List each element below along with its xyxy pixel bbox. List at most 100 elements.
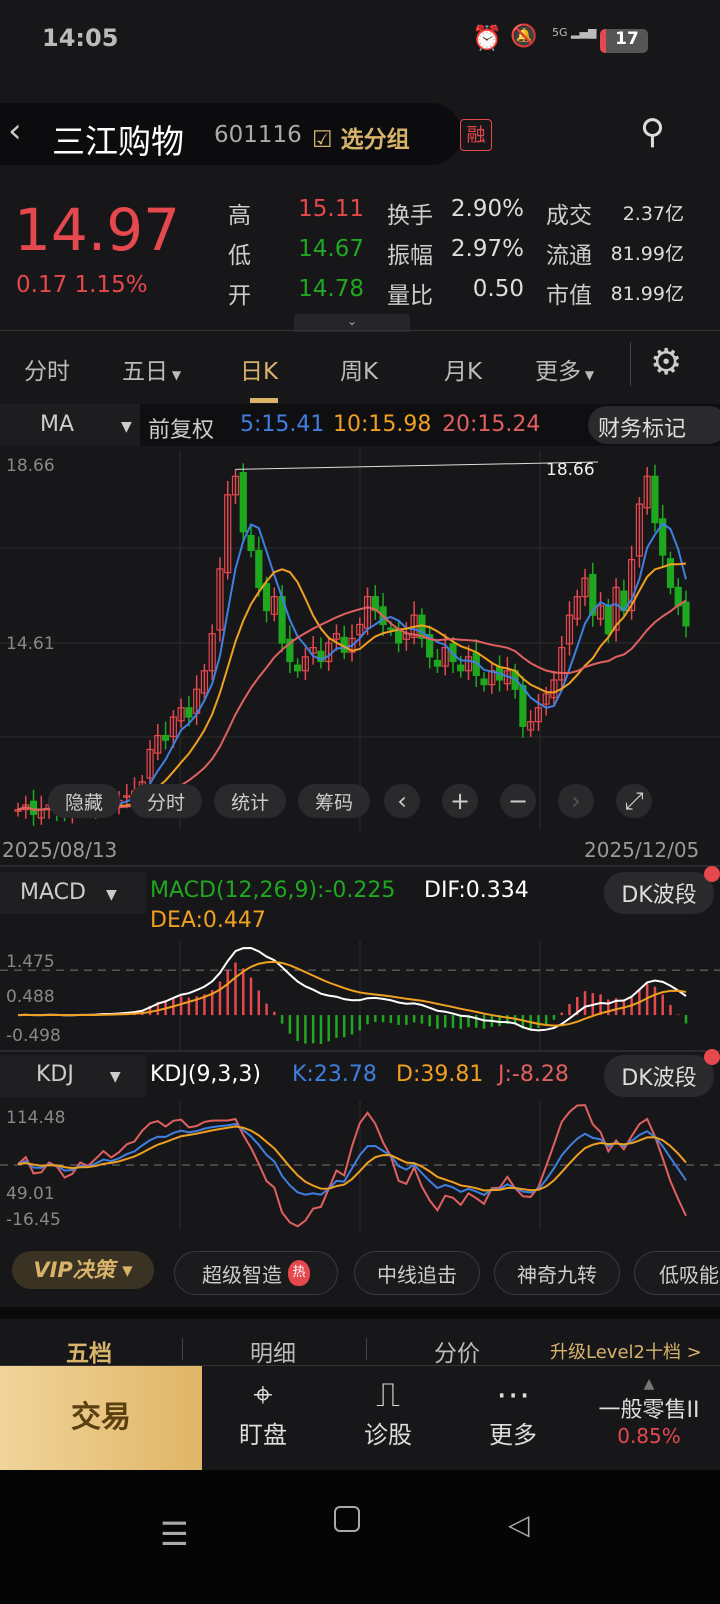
margin-badge: 融 <box>460 119 492 151</box>
ma20-value: 20:15.24 <box>442 412 541 437</box>
zoom-out-icon[interactable]: − <box>500 784 536 818</box>
candle-body <box>247 534 255 551</box>
strategy-chip[interactable]: 中线追击 <box>354 1251 480 1295</box>
peak-pointer <box>235 461 599 470</box>
kdj-tick: 49.01 <box>6 1184 55 1204</box>
settings-gear-icon[interactable]: ⚙ <box>650 342 682 383</box>
strategy-chip[interactable]: 低吸能 <box>634 1251 720 1295</box>
j-line <box>17 1104 687 1228</box>
kdj-indicator-select[interactable]: KDJ ▼ <box>36 1062 121 1087</box>
chart-overlay-button[interactable]: 统计 <box>214 784 286 818</box>
candle-body <box>457 664 465 672</box>
bottom-action-button[interactable]: ⎍ 诊股 <box>333 1375 443 1450</box>
stat-label: 开 <box>228 283 251 309</box>
kdj-j: J:-8.28 <box>498 1062 569 1087</box>
adjust-label[interactable]: 前复权 <box>148 412 214 444</box>
kdj-dk-button[interactable]: DK波段 <box>604 1049 720 1097</box>
price-axis-mid: 14.61 <box>6 634 55 654</box>
diagnosis-icon: ⎍ <box>376 1375 400 1415</box>
macd-dk-button[interactable]: DK波段 <box>604 866 720 914</box>
zoom-in-icon[interactable]: + <box>442 784 478 818</box>
tab-period[interactable]: 周K <box>340 352 378 386</box>
stat-value: 2.90% <box>450 196 524 222</box>
stock-header: ‹ 三江购物 601116 ☑ 选分组 <box>0 103 462 165</box>
menu-icon[interactable]: ☰ <box>160 1515 189 1553</box>
chart-overlay-button[interactable]: 分时 <box>130 784 202 818</box>
divider <box>0 330 720 331</box>
candle-body <box>185 707 193 718</box>
stat-value: 81.99亿 <box>610 283 684 305</box>
hot-badge: 热 <box>288 1260 310 1286</box>
price-change: 0.17 1.15% <box>16 272 148 298</box>
macd-tick: -0.498 <box>6 1026 61 1046</box>
macd-dif: DIF:0.334 <box>424 878 529 903</box>
stat-value: 14.78 <box>298 276 364 302</box>
trade-button[interactable]: 交易 <box>0 1366 202 1470</box>
end-date: 2025/12/05 <box>584 838 700 862</box>
back-button[interactable]: ‹ <box>8 111 22 151</box>
candle-body <box>294 664 302 672</box>
bottom-action-button[interactable]: ⋯ 更多 <box>458 1375 568 1450</box>
strategy-chip[interactable]: 神奇九转 <box>494 1251 620 1295</box>
candle-body <box>387 627 395 631</box>
finance-mark-button[interactable]: 财务标记 <box>588 406 720 444</box>
stat-label: 低 <box>228 243 251 269</box>
kdj-title: KDJ(9,3,3) <box>150 1062 261 1087</box>
more-icon: ⋯ <box>496 1375 530 1415</box>
chart-overlay-button[interactable]: 隐藏 <box>48 784 120 818</box>
candle-body <box>480 678 488 686</box>
fullscreen-icon[interactable]: ⤢ <box>616 784 652 818</box>
ma-indicator-select[interactable]: MA ▼ <box>40 412 132 437</box>
tab-period[interactable]: 更多 ▼ <box>535 352 594 386</box>
ma10-value: 10:15.98 <box>333 412 432 437</box>
status-bar: 14:05 ⏰ 🔕 5G ▂▄▆ 17 <box>0 0 720 80</box>
chevron-right-icon[interactable]: › <box>558 784 594 818</box>
search-icon[interactable]: ⚲ <box>640 112 665 152</box>
kdj-chart <box>0 1100 720 1230</box>
upgrade-level2-link[interactable]: 升级Level2十档 > <box>550 1338 702 1364</box>
mute-icon: 🔕 <box>510 24 538 49</box>
candle-body <box>239 471 247 533</box>
stat-value: 0.50 <box>472 276 524 302</box>
quote-tab[interactable]: 五档 <box>66 1334 112 1368</box>
stat-value: 14.67 <box>298 236 364 262</box>
strategy-chip[interactable]: 超级智造热 <box>174 1251 338 1295</box>
kdj-k: K:23.78 <box>292 1062 377 1087</box>
tab-period[interactable]: 分时 <box>24 352 70 386</box>
quote-tab[interactable]: 分价 <box>434 1334 480 1368</box>
vip-decision-button[interactable]: VIP决策 ▾ <box>12 1251 154 1289</box>
stat-value: 15.11 <box>298 196 364 222</box>
candle-body <box>29 800 38 815</box>
kdj-tick: 114.48 <box>6 1108 66 1128</box>
candle-body <box>651 475 659 524</box>
stat-label: 量比 <box>387 283 433 309</box>
stat-value: 81.99亿 <box>610 243 684 265</box>
back-icon[interactable]: ◁ <box>508 1508 530 1541</box>
price-axis-max: 18.66 <box>6 456 55 476</box>
tab-period[interactable]: 月K <box>444 352 482 386</box>
tab-period[interactable]: 五日 ▼ <box>122 352 181 386</box>
candle-body <box>262 583 271 612</box>
checkbox-icon: ☑ <box>312 127 333 153</box>
peak-label: 18.66 <box>546 460 595 480</box>
tab-period[interactable]: 日K <box>240 352 278 386</box>
home-icon[interactable] <box>334 1506 360 1532</box>
quote-tab[interactable]: 明细 <box>250 1334 296 1368</box>
macd-indicator-select[interactable]: MACD ▼ <box>20 880 117 905</box>
select-group-button[interactable]: ☑ 选分组 <box>312 120 410 154</box>
kdj-tick: -16.45 <box>6 1210 61 1230</box>
bottom-action-button[interactable]: ⌖ 盯盘 <box>208 1375 318 1450</box>
candle-body <box>682 601 690 627</box>
candle-body <box>666 558 675 589</box>
stat-value: 2.97% <box>450 236 524 262</box>
chart-overlay-button[interactable]: 筹码 <box>298 784 370 818</box>
sector-indicator[interactable]: ▲ 一般零售II 0.85% <box>578 1376 720 1448</box>
candle-body <box>604 605 612 635</box>
macd-chart <box>0 940 720 1050</box>
stat-label: 高 <box>228 203 251 229</box>
kline-chart[interactable] <box>0 450 720 832</box>
macd-tick: 1.475 <box>6 952 55 972</box>
system-nav-bar: ☰ ◁ <box>0 1470 720 1604</box>
stat-label: 市值 <box>546 283 592 309</box>
chevron-left-icon[interactable]: ‹ <box>384 784 420 818</box>
